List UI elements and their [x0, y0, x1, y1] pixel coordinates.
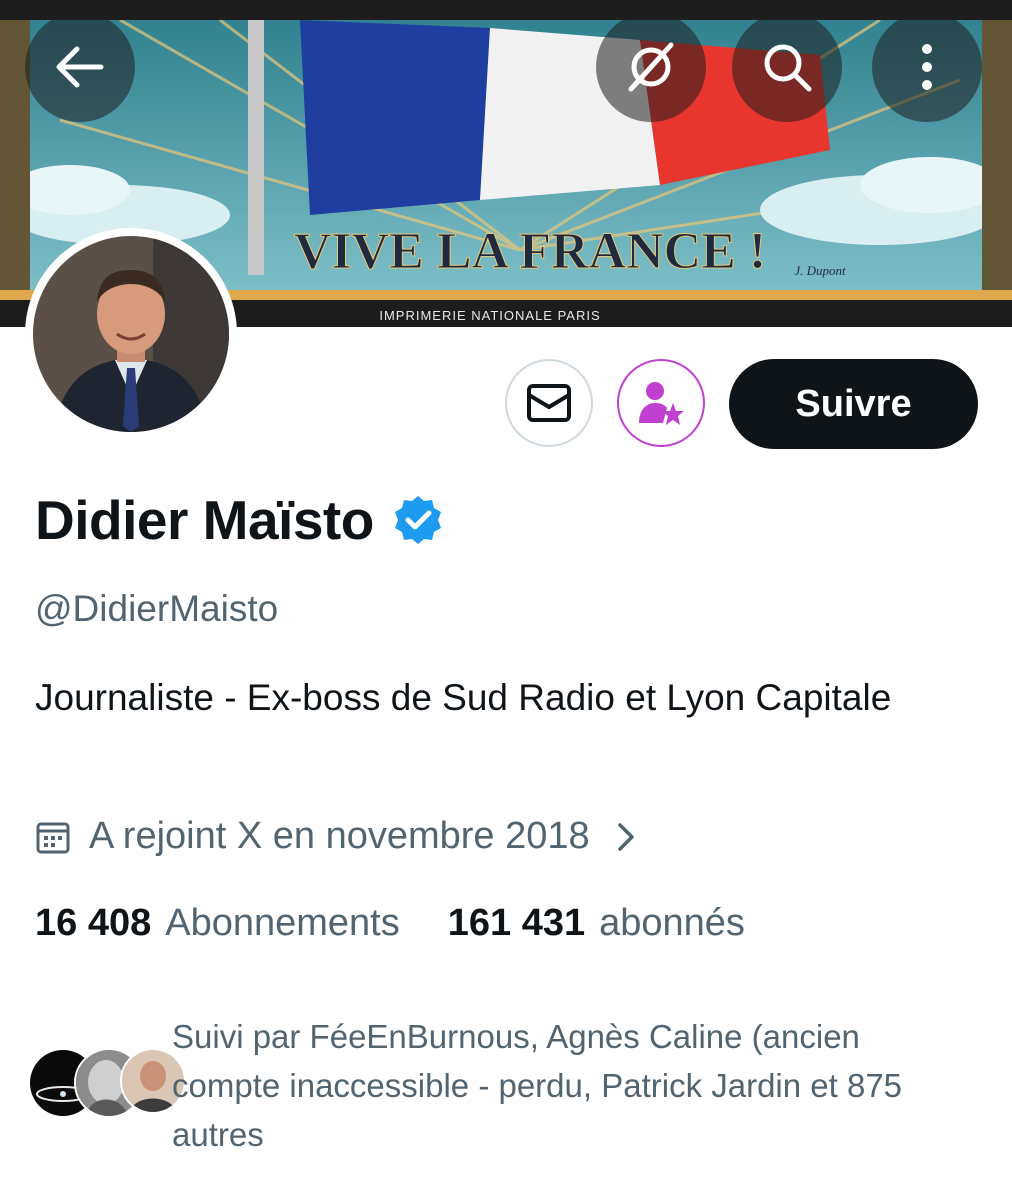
profile-handle: @DidierMaisto — [35, 588, 279, 629]
following-label: Abonnements — [165, 902, 400, 944]
joined-date-row[interactable]: A rejoint X en novembre 2018 — [35, 815, 636, 858]
follow-button[interactable]: Suivre — [729, 359, 978, 449]
search-button[interactable] — [732, 12, 842, 122]
following-count: 16 408 — [35, 902, 152, 944]
message-button[interactable] — [505, 359, 593, 447]
follow-stats: 16 408 Abonnements 161 431 abonnés — [35, 902, 745, 945]
avatar-photo — [33, 236, 229, 432]
more-vertical-icon — [922, 44, 932, 90]
verified-badge-icon[interactable] — [392, 494, 444, 546]
calendar-icon — [36, 822, 70, 853]
banner-printer: IMPRIMERIE NATIONALE PARIS — [379, 308, 600, 323]
profile-bio: Journaliste - Ex-boss de Sud Radio et Ly… — [35, 677, 892, 718]
banner-signature: J. Dupont — [794, 263, 846, 278]
followers-stat[interactable]: 161 431 abonnés — [448, 902, 745, 945]
followers-count: 161 431 — [447, 902, 586, 944]
envelope-icon — [527, 384, 571, 422]
joined-date-text: A rejoint X en novembre 2018 — [89, 815, 590, 857]
followers-label: abonnés — [599, 902, 745, 944]
following-stat[interactable]: 16 408 Abonnements — [35, 902, 400, 945]
banner-headline: VIVE LA FRANCE ! — [294, 223, 766, 280]
followed-by-avatars — [28, 1048, 186, 1118]
profile-name: Didier Maïsto — [35, 489, 374, 551]
grok-icon — [628, 42, 674, 92]
chevron-right-icon — [617, 822, 634, 851]
search-icon — [764, 44, 812, 92]
person-star-icon — [639, 382, 684, 425]
back-button[interactable] — [25, 12, 135, 122]
back-arrow-icon — [56, 46, 104, 88]
grok-button[interactable] — [596, 12, 706, 122]
profile-avatar[interactable] — [25, 228, 237, 440]
profile-name-row: Didier Maïsto — [35, 488, 444, 552]
followed-by-section[interactable]: Suivi par FéeEnBurnous, Agnès Caline (an… — [0, 1012, 1012, 1162]
more-options-button[interactable] — [872, 12, 982, 122]
followed-by-text: Suivi par FéeEnBurnous, Agnès Caline (an… — [172, 1018, 903, 1153]
subscribe-button[interactable] — [617, 359, 705, 447]
